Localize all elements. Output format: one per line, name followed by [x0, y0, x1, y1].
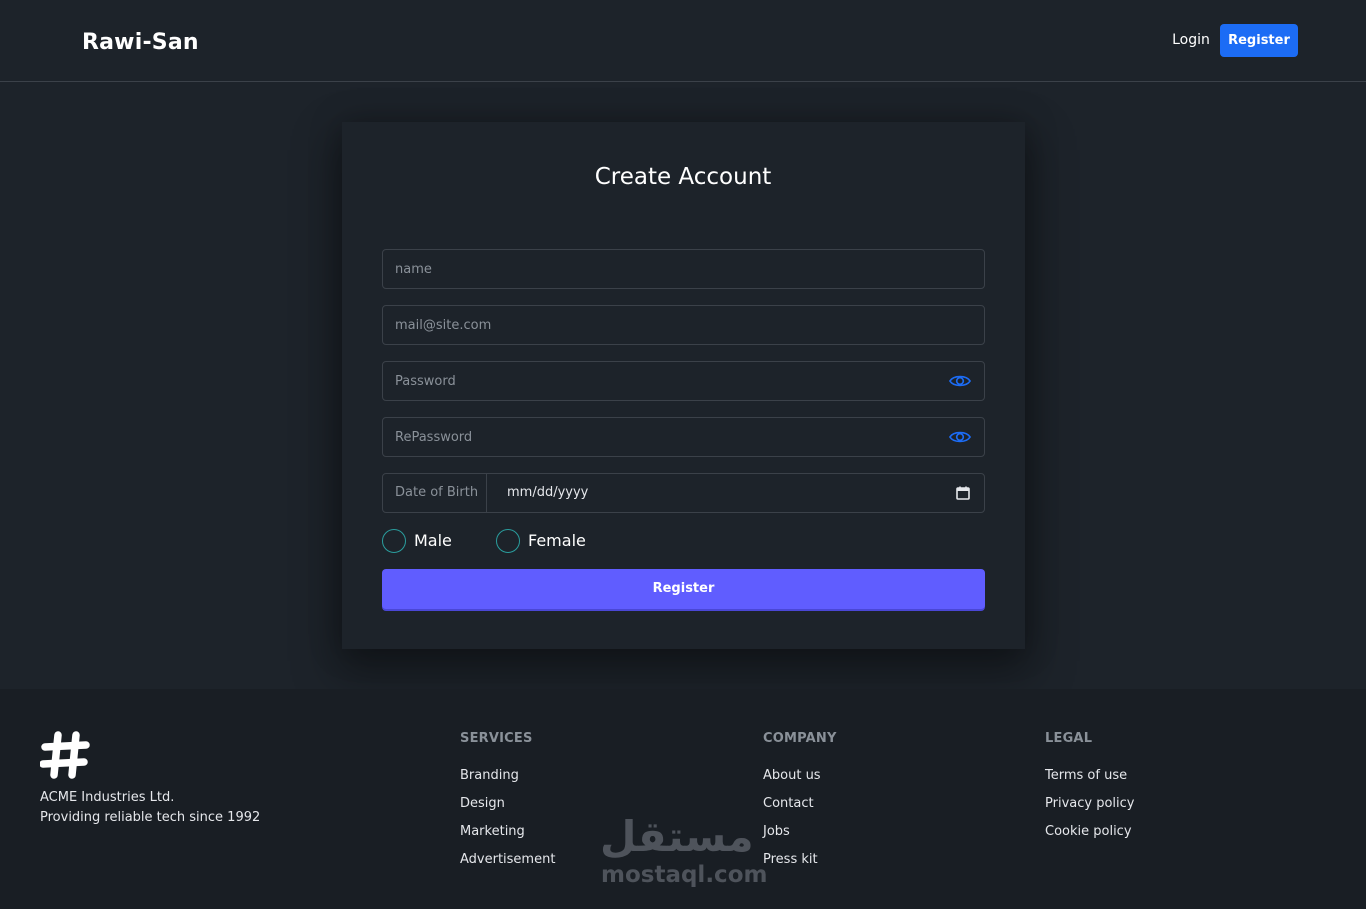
- footer-link-jobs[interactable]: Jobs: [763, 824, 837, 840]
- watermark: مستقل mostaql.com: [600, 812, 770, 892]
- navbar: Rawi-San Login Register: [0, 0, 1366, 82]
- male-radio[interactable]: [382, 529, 406, 553]
- footer-link-design[interactable]: Design: [460, 796, 555, 812]
- email-field[interactable]: [382, 305, 985, 345]
- footer-link-contact[interactable]: Contact: [763, 796, 837, 812]
- repassword-input[interactable]: [383, 418, 984, 456]
- calendar-icon[interactable]: [956, 486, 970, 500]
- footer-column-title: LEGAL: [1045, 731, 1093, 746]
- female-label: Female: [528, 531, 586, 550]
- footer-link-marketing[interactable]: Marketing: [460, 824, 555, 840]
- company-tagline: Providing reliable tech since 1992: [40, 810, 261, 825]
- female-radio[interactable]: [496, 529, 520, 553]
- dob-field[interactable]: Date of Birth mm/dd/yyyy: [382, 473, 985, 513]
- password-input[interactable]: [383, 362, 984, 400]
- footer-link-privacy[interactable]: Privacy policy: [1045, 796, 1134, 812]
- footer-column-company: COMPANY About us Contact Jobs Press kit: [763, 731, 837, 880]
- footer-link-cookie[interactable]: Cookie policy: [1045, 824, 1134, 840]
- company-name: ACME Industries Ltd.: [40, 790, 175, 805]
- watermark-arabic: مستقل: [600, 812, 754, 861]
- footer-column-legal: LEGAL Terms of use Privacy policy Cookie…: [1045, 731, 1134, 852]
- dob-input[interactable]: mm/dd/yyyy: [507, 474, 588, 512]
- footer-link-about[interactable]: About us: [763, 768, 837, 784]
- hash-logo-icon: [40, 731, 90, 779]
- page-title: Create Account: [594, 164, 772, 190]
- name-input[interactable]: [383, 250, 984, 288]
- footer-column-services: SERVICES Branding Design Marketing Adver…: [460, 731, 555, 880]
- footer-column-title: COMPANY: [763, 731, 837, 746]
- brand-logo[interactable]: Rawi-San: [82, 30, 199, 55]
- footer-column-title: SERVICES: [460, 731, 533, 746]
- name-field[interactable]: [382, 249, 985, 289]
- watermark-latin: mostaql.com: [601, 862, 768, 888]
- footer-link-advertisement[interactable]: Advertisement: [460, 852, 555, 868]
- password-field[interactable]: [382, 361, 985, 401]
- login-link[interactable]: Login: [1166, 24, 1216, 57]
- repassword-field[interactable]: [382, 417, 985, 457]
- eye-icon[interactable]: [949, 429, 971, 445]
- email-input[interactable]: [383, 306, 984, 344]
- male-label: Male: [414, 531, 452, 550]
- register-submit-button[interactable]: Register: [382, 569, 985, 609]
- eye-icon[interactable]: [949, 373, 971, 389]
- nav-register-button[interactable]: Register: [1220, 24, 1298, 57]
- footer-link-press-kit[interactable]: Press kit: [763, 852, 837, 868]
- footer-link-branding[interactable]: Branding: [460, 768, 555, 784]
- footer-link-terms[interactable]: Terms of use: [1045, 768, 1134, 784]
- dob-label: Date of Birth: [383, 474, 487, 512]
